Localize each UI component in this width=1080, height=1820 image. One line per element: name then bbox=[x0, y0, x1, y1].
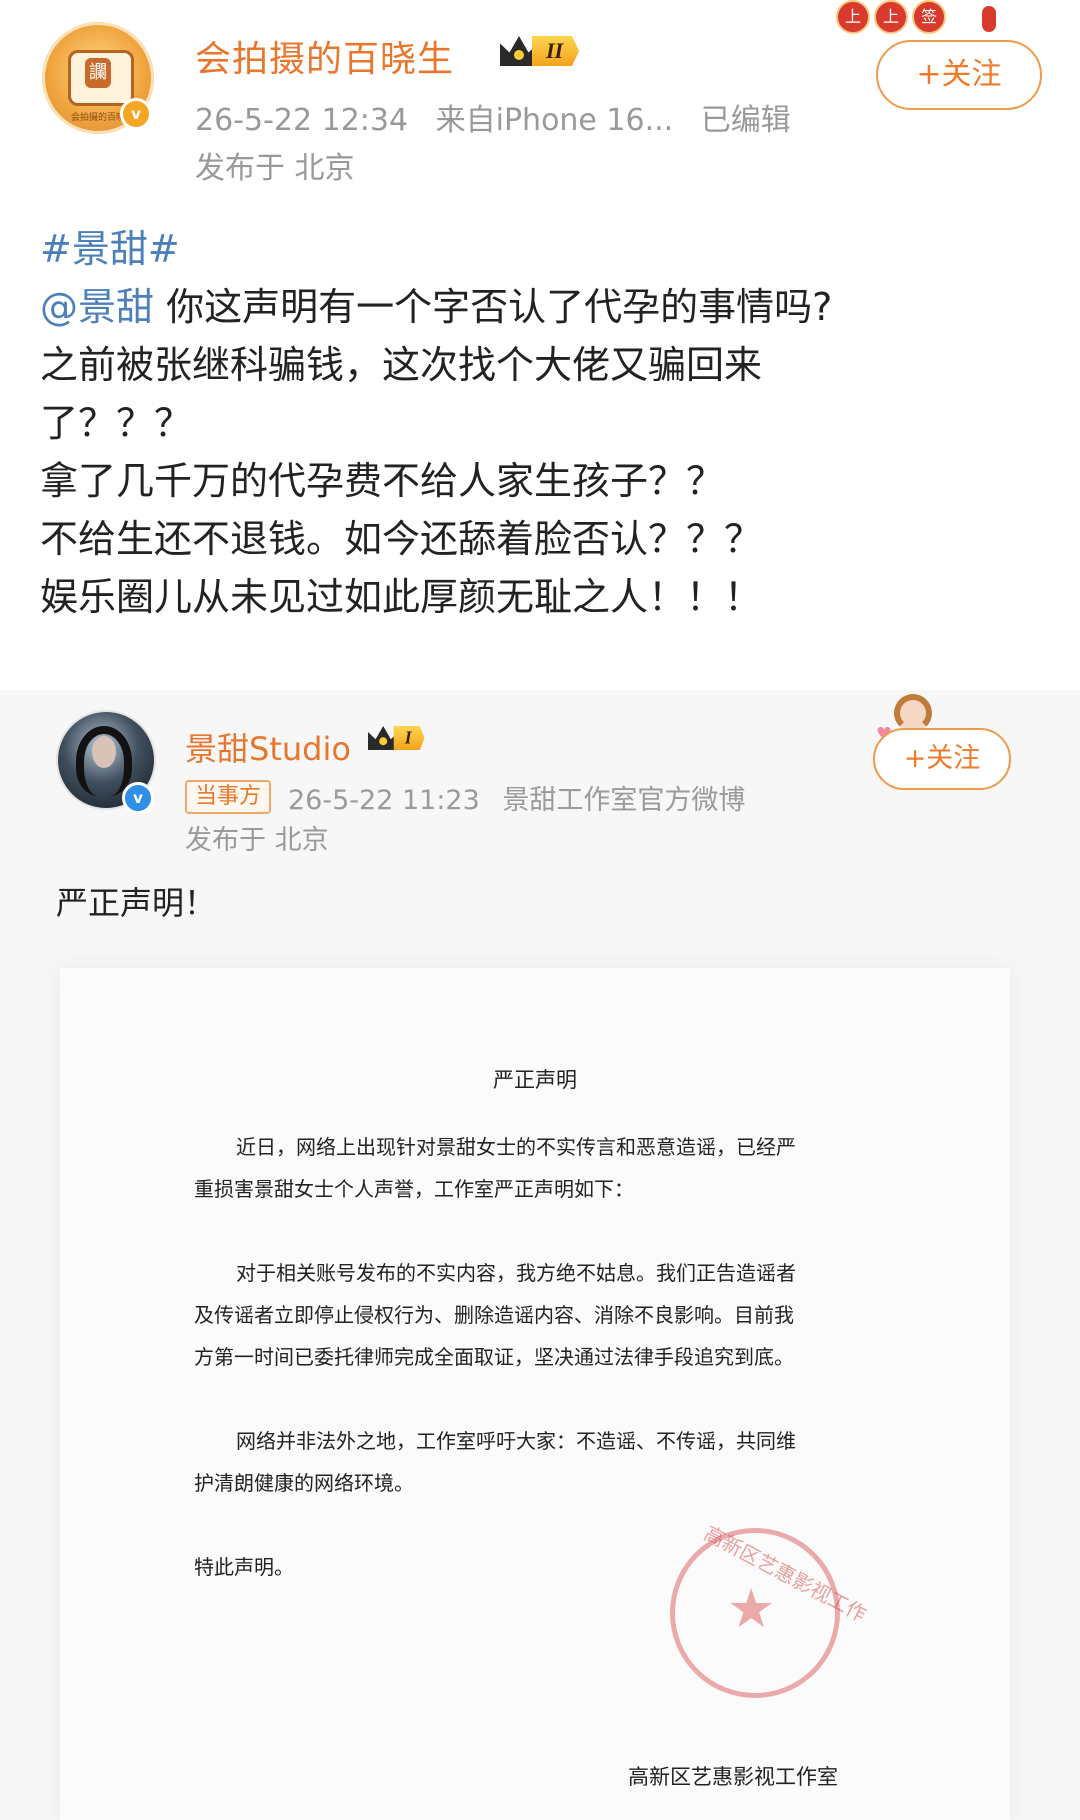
post-text-line: 你这声明有一个字否认了代孕的事情吗? bbox=[154, 285, 833, 329]
quoted-meta: 26-5-22 11:23 景甜工作室官方微博 bbox=[288, 778, 745, 817]
statement-paragraph: 近日，网络上出现针对景甜女士的不实传言和恶意造谣，已经严 重损害景甜女士个人声誉… bbox=[194, 1126, 914, 1210]
statement-line: 护清朗健康的网络环境。 bbox=[194, 1471, 414, 1495]
post-body: #景甜# @景甜 你这声明有一个字否认了代孕的事情吗? 之前被张继科骗钱，这次找… bbox=[40, 220, 1040, 626]
sticker-icon: 上 bbox=[874, 0, 908, 34]
follow-button[interactable]: +关注 bbox=[876, 40, 1042, 110]
quoted-timestamp: 26-5-22 11:23 bbox=[288, 785, 480, 816]
statement-signature: 高新区艺惠影视工作室 bbox=[628, 1765, 838, 1789]
post-meta: 26-5-22 12:34 来自iPhone 16... 已编辑 bbox=[195, 95, 791, 139]
author-name[interactable]: 会拍摄的百晓生 bbox=[195, 30, 454, 82]
statement-line: 对于相关账号发布的不实内容，我方绝不姑息。我们正告造谣者 bbox=[236, 1261, 796, 1285]
party-tag: 当事方 bbox=[185, 780, 272, 814]
statement-title: 严正声明 bbox=[493, 1068, 577, 1092]
verified-badge-icon: v bbox=[120, 98, 152, 130]
lantern-icon bbox=[982, 6, 996, 32]
seal-star-icon: ★ bbox=[727, 1577, 776, 1640]
verified-badge-icon: v bbox=[122, 782, 154, 814]
avatar-emblem: 讕 bbox=[85, 58, 111, 88]
post-text-line: 娱乐圈儿从未见过如此厚颜无耻之人！！！ bbox=[40, 575, 763, 619]
statement-paragraph: 对于相关账号发布的不实内容，我方绝不姑息。我们正告造谣者 及传谣者立即停止侵权行… bbox=[194, 1252, 914, 1378]
level-badge[interactable]: II bbox=[500, 36, 580, 66]
mention-link[interactable]: @景甜 bbox=[40, 285, 154, 329]
statement-image[interactable]: 严正声明 近日，网络上出现针对景甜女士的不实传言和恶意造谣，已经严 重损害景甜女… bbox=[60, 968, 1010, 1820]
decor-stickers: 上 上 签 bbox=[836, 0, 946, 34]
post-text-line: 拿了几千万的代孕费不给人家生孩子？？ bbox=[40, 459, 725, 503]
statement-line: 重损害景甜女士个人声誉，工作室严正声明如下： bbox=[194, 1177, 634, 1201]
edited-label[interactable]: 已编辑 bbox=[701, 103, 791, 138]
sticker-icon: 签 bbox=[912, 0, 946, 34]
post-header: 讕 会拍摄的百晓 v 会拍摄的百晓生 II 26-5-22 12:34 来自iP… bbox=[0, 0, 1080, 200]
post-timestamp: 26-5-22 12:34 bbox=[195, 103, 409, 138]
quoted-location: 发布于 北京 bbox=[185, 825, 329, 856]
avatar-face bbox=[92, 736, 116, 768]
level-badge[interactable]: I bbox=[368, 726, 425, 750]
hashtag-link[interactable]: #景甜# bbox=[40, 227, 180, 271]
statement-line: 及传谣者立即停止侵权行为、删除造谣内容、消除不良影响。目前我 bbox=[194, 1303, 794, 1327]
statement-paragraph: 网络并非法外之地，工作室呼吁大家：不造谣、不传谣，共同维 护清朗健康的网络环境。 bbox=[194, 1420, 914, 1504]
quoted-author-name[interactable]: 景甜Studio bbox=[185, 724, 351, 770]
quoted-follow-button[interactable]: +关注 bbox=[873, 728, 1011, 790]
quoted-post[interactable]: v 景甜Studio I 当事方 26-5-22 11:23 景甜工作室官方微博… bbox=[0, 690, 1080, 1820]
level-label: I bbox=[393, 726, 425, 750]
quoted-text: 严正声明！ bbox=[56, 884, 217, 922]
statement-line: 网络并非法外之地，工作室呼吁大家：不造谣、不传谣，共同维 bbox=[236, 1429, 796, 1453]
post-text-line: 不给生还不退钱。如今还舔着脸否认？？？ bbox=[40, 517, 763, 561]
statement-line: 方第一时间已委托律师完成全面取证，坚决通过法律手段追究到底。 bbox=[194, 1345, 794, 1369]
post-location: 发布于 北京 bbox=[195, 151, 355, 186]
sticker-icon: 上 bbox=[836, 0, 870, 34]
decor-head bbox=[894, 694, 932, 732]
post-text-line: 了？？？ bbox=[40, 401, 193, 445]
quoted-source: 景甜工作室官方微博 bbox=[502, 785, 746, 816]
post-source: 来自iPhone 16... bbox=[435, 103, 674, 138]
post-text-line: 之前被张继科骗钱，这次找个大佬又骗回来 bbox=[40, 343, 763, 387]
level-label: II bbox=[532, 36, 580, 66]
statement-line: 近日，网络上出现针对景甜女士的不实传言和恶意造谣，已经严 bbox=[236, 1135, 796, 1159]
